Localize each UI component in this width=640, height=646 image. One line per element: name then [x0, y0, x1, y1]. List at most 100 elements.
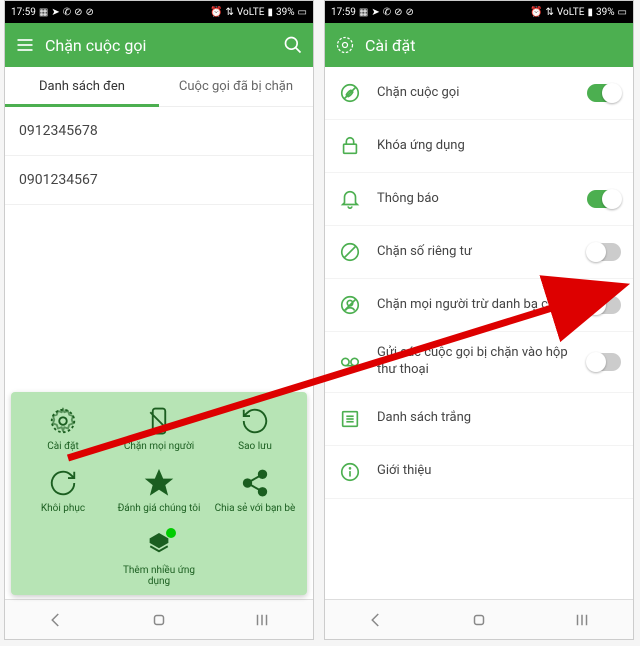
- toggle-switch[interactable]: [587, 296, 621, 314]
- notification-dot: [166, 528, 176, 538]
- tab-blocked-calls[interactable]: Cuộc gọi đã bị chặn: [159, 67, 313, 106]
- toggle-switch[interactable]: [587, 190, 621, 208]
- call-indicator-icon: ✆: [63, 7, 71, 18]
- wifi-icon: ⇅: [226, 7, 234, 18]
- refresh-icon: [46, 466, 80, 500]
- no-sim-icon: ⊘: [74, 7, 82, 18]
- setting-label: Chặn mọi người trừ danh bạ của tôi: [377, 297, 587, 314]
- app-bar: Chặn cuộc gọi: [5, 23, 313, 67]
- call-indicator-icon: ✆: [383, 7, 391, 18]
- setting-label: Chặn số riêng tư: [377, 244, 587, 261]
- phone-block-icon: [337, 80, 363, 106]
- lock-icon: [337, 133, 363, 159]
- menu-settings[interactable]: Cài đặt: [15, 400, 111, 456]
- menu-rate-us[interactable]: Đánh giá chúng tôi: [111, 462, 207, 518]
- toggle-switch[interactable]: [587, 243, 621, 261]
- no-sim-icon-2: ⊘: [406, 7, 414, 18]
- setting-label: Danh sách trắng: [377, 410, 621, 427]
- setting-whitelist[interactable]: Danh sách trắng: [325, 393, 633, 446]
- menu-more-apps[interactable]: Thêm nhiều ứng dụng: [111, 524, 207, 591]
- menu-label: Sao lưu: [238, 441, 272, 452]
- bottom-menu-panel: Cài đặt Chặn mọi người Sao lưu Khôi phục: [11, 392, 307, 595]
- battery-icon: ▭: [618, 7, 627, 18]
- battery-icon: ▭: [298, 7, 307, 18]
- menu-label: Chặn mọi người: [124, 441, 194, 452]
- nav-bar: [5, 599, 313, 639]
- setting-label: Gửi các cuộc gọi bị chặn vào hộp thư tho…: [377, 345, 587, 379]
- setting-block-except-contacts[interactable]: Chặn mọi người trừ danh bạ của tôi: [325, 279, 633, 332]
- info-icon: [337, 459, 363, 485]
- signal-icon: ➤: [371, 7, 379, 18]
- phone-block-icon: [142, 404, 176, 438]
- nav-home-icon[interactable]: [146, 607, 172, 633]
- share-icon: [238, 466, 272, 500]
- no-sim-icon: ⊘: [394, 7, 402, 18]
- status-time: 17:59: [331, 7, 356, 18]
- app-bar: Cài đặt: [325, 23, 633, 67]
- settings-list: Chặn cuộc gọi Khóa ứng dụng Thông báo Ch…: [325, 67, 633, 599]
- wifi-icon: ⇅: [546, 7, 554, 18]
- menu-share[interactable]: Chia sẻ với bạn bè: [207, 462, 303, 518]
- toggle-switch[interactable]: [587, 84, 621, 102]
- block-icon: [337, 239, 363, 265]
- menu-restore[interactable]: Khôi phục: [15, 462, 111, 518]
- setting-block-calls[interactable]: Chặn cuộc gọi: [325, 67, 633, 120]
- menu-label: Chia sẻ với bạn bè: [215, 503, 296, 514]
- nav-recents-icon[interactable]: [249, 607, 275, 633]
- tab-blacklist[interactable]: Danh sách đen: [5, 67, 159, 106]
- menu-block-everyone[interactable]: Chặn mọi người: [111, 400, 207, 456]
- contacts-block-icon: [337, 292, 363, 318]
- search-icon[interactable]: [283, 35, 303, 55]
- setting-notifications[interactable]: Thông báo: [325, 173, 633, 226]
- gear-icon: [335, 35, 355, 55]
- signal-bars-icon: ▮: [587, 7, 593, 18]
- nav-home-icon[interactable]: [466, 607, 492, 633]
- setting-label: Thông báo: [377, 191, 587, 208]
- appbar-title: Chặn cuộc gọi: [45, 36, 283, 55]
- status-bar: 17:59 ▦ ➤ ✆ ⊘ ⊘ ⏰ ⇅ VoLTE ▮ 39% ▭: [5, 1, 313, 23]
- battery-percent: 39%: [276, 7, 295, 18]
- nav-back-icon[interactable]: [363, 607, 389, 633]
- list-item[interactable]: 0901234567: [5, 156, 313, 205]
- apps-icon: [142, 528, 176, 562]
- signal-icon: ➤: [51, 7, 59, 18]
- nav-bar: [325, 599, 633, 639]
- menu-icon[interactable]: [15, 35, 35, 55]
- nav-back-icon[interactable]: [43, 607, 69, 633]
- setting-voicemail[interactable]: Gửi các cuộc gọi bị chặn vào hộp thư tho…: [325, 332, 633, 393]
- voicemail-icon: [337, 349, 363, 375]
- no-sim-icon-2: ⊘: [86, 7, 94, 18]
- app-indicator-icon: ▦: [39, 7, 48, 18]
- battery-percent: 39%: [596, 7, 615, 18]
- menu-label: Khôi phục: [41, 503, 85, 514]
- menu-backup[interactable]: Sao lưu: [207, 400, 303, 456]
- bell-icon: [337, 186, 363, 212]
- volte-label: VoLTE: [557, 7, 585, 18]
- setting-label: Khóa ứng dụng: [377, 138, 621, 155]
- setting-app-lock[interactable]: Khóa ứng dụng: [325, 120, 633, 173]
- menu-label: Cài đặt: [47, 441, 79, 452]
- setting-block-private[interactable]: Chặn số riêng tư: [325, 226, 633, 279]
- setting-label: Giới thiệu: [377, 463, 621, 480]
- menu-label: Đánh giá chúng tôi: [118, 503, 201, 514]
- list-icon: [337, 406, 363, 432]
- nav-recents-icon[interactable]: [569, 607, 595, 633]
- phone-right: 17:59 ▦ ➤ ✆ ⊘ ⊘ ⏰ ⇅ VoLTE ▮ 39% ▭ Cài đặ…: [324, 0, 634, 640]
- status-time: 17:59: [11, 7, 36, 18]
- app-indicator-icon: ▦: [359, 7, 368, 18]
- setting-about[interactable]: Giới thiệu: [325, 446, 633, 499]
- tabs: Danh sách đen Cuộc gọi đã bị chặn: [5, 67, 313, 107]
- list-item[interactable]: 0912345678: [5, 107, 313, 156]
- star-icon: [142, 466, 176, 500]
- menu-label: Thêm nhiều ứng dụng: [113, 565, 205, 587]
- signal-bars-icon: ▮: [267, 7, 273, 18]
- alarm-icon: ⏰: [210, 7, 222, 18]
- phone-left: 17:59 ▦ ➤ ✆ ⊘ ⊘ ⏰ ⇅ VoLTE ▮ 39% ▭ Chặn c…: [4, 0, 314, 640]
- status-bar: 17:59 ▦ ➤ ✆ ⊘ ⊘ ⏰ ⇅ VoLTE ▮ 39% ▭: [325, 1, 633, 23]
- history-icon: [238, 404, 272, 438]
- toggle-switch[interactable]: [587, 353, 621, 371]
- volte-label: VoLTE: [237, 7, 265, 18]
- gear-icon: [46, 404, 80, 438]
- appbar-title: Cài đặt: [365, 36, 623, 55]
- setting-label: Chặn cuộc gọi: [377, 85, 587, 102]
